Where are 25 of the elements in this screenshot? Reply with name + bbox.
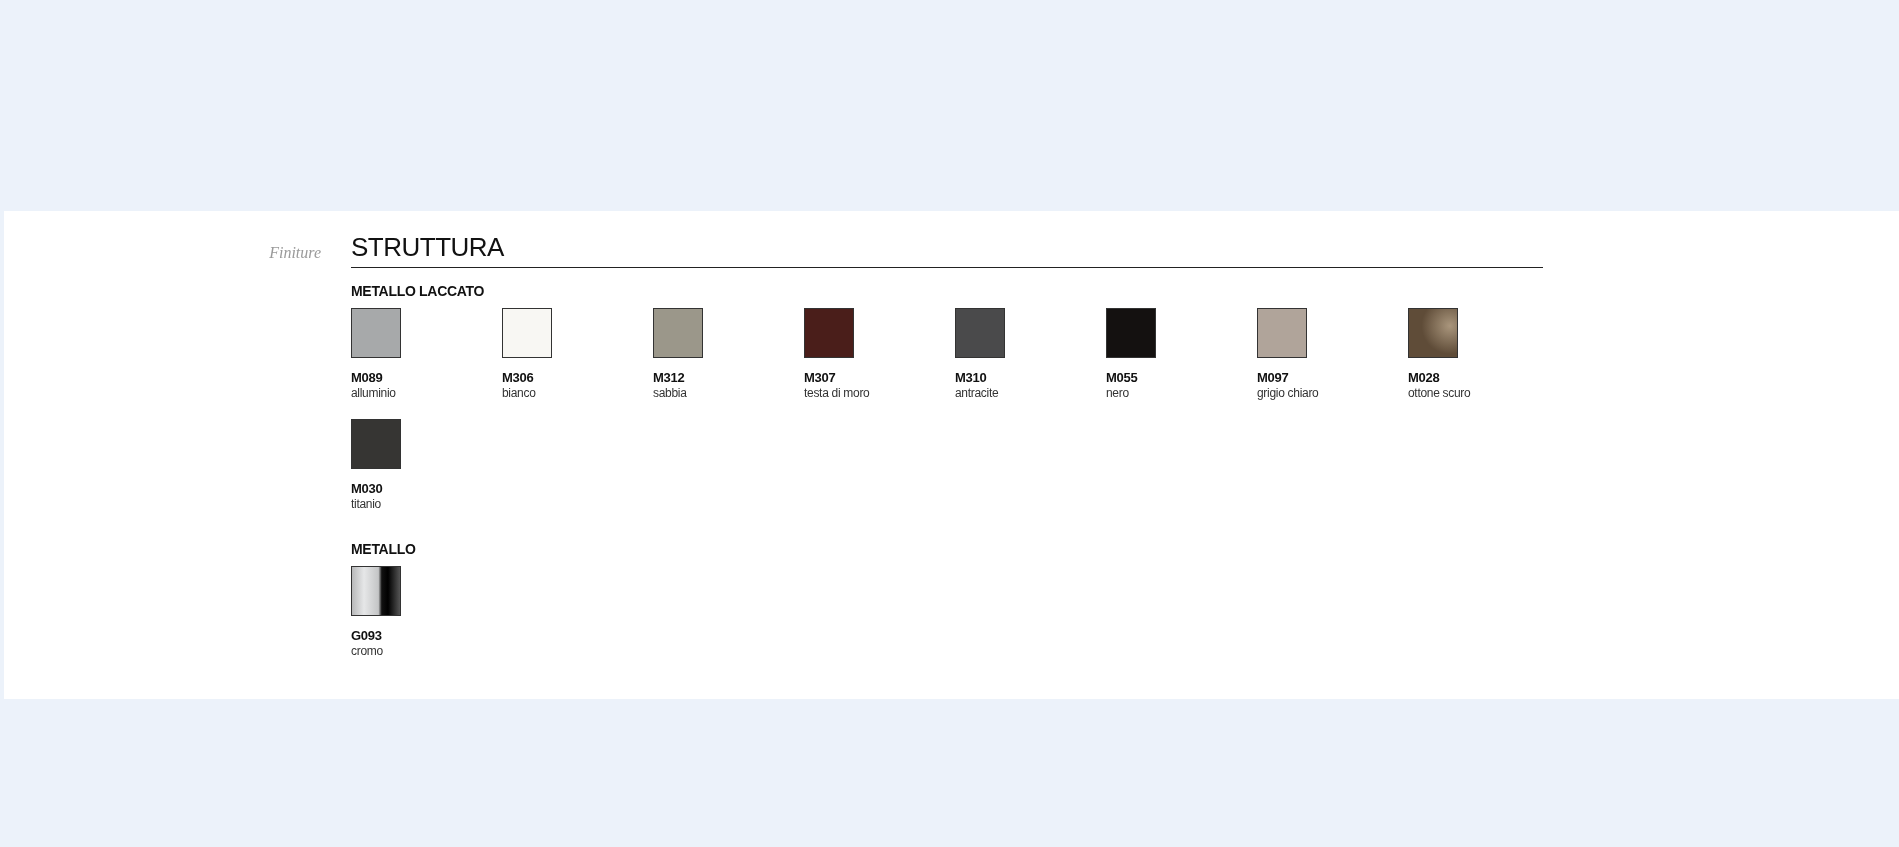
finish-name: sabbia — [653, 386, 688, 401]
finish-code: M307 — [804, 370, 837, 386]
finish-name: antracite — [955, 386, 1000, 401]
finish-name: ottone scuro — [1408, 386, 1472, 401]
finish-code: M312 — [653, 370, 686, 386]
finish-code: M055 — [1106, 370, 1139, 386]
finish-name: grigio chiaro — [1257, 386, 1320, 401]
group-heading: METALLO — [351, 540, 417, 558]
section-label: Finiture — [269, 243, 321, 263]
finish-name: alluminio — [351, 386, 397, 401]
finish-code: M306 — [502, 370, 535, 386]
finish-name: cromo — [351, 644, 384, 659]
finish-name: titanio — [351, 497, 382, 512]
chrome-swatch — [351, 566, 401, 616]
finish-code: M030 — [351, 481, 384, 497]
finish-code: G093 — [351, 628, 383, 644]
finish-name: bianco — [502, 386, 537, 401]
section-title: STRUTTURA — [351, 232, 504, 262]
finish-code: M089 — [351, 370, 384, 386]
finish-code: M310 — [955, 370, 988, 386]
finish-name: testa di moro — [804, 386, 871, 401]
finish-code: M028 — [1408, 370, 1441, 386]
finish-name: nero — [1106, 386, 1130, 401]
group-heading: METALLO LACCATO — [351, 282, 486, 300]
finish-code: M097 — [1257, 370, 1290, 386]
